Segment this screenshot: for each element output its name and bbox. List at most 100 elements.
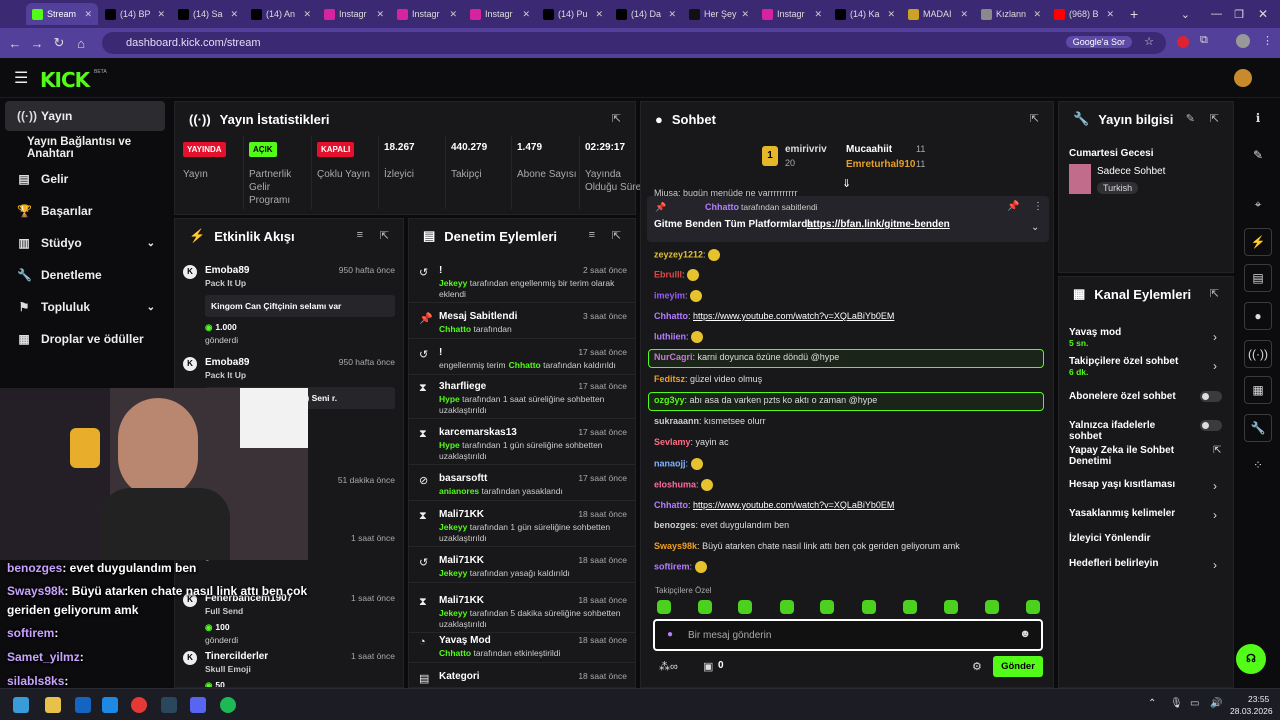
browser-tab[interactable]: (14) BP ✕ [99, 3, 171, 25]
channel-action-item[interactable]: Yasaklanmış kelimeler [1069, 508, 1179, 519]
stream-category[interactable]: Sadece Sohbet [1097, 166, 1165, 177]
help-icon[interactable]: ☊ [1236, 644, 1266, 674]
sidebar-item[interactable]: 🏆 Başarılar [5, 196, 165, 226]
home-icon[interactable]: ⌂ [70, 36, 92, 51]
close-tab-icon[interactable]: ✕ [376, 9, 384, 20]
browser-tab[interactable]: Kızlann ✕ [975, 3, 1047, 25]
channel-action-item[interactable]: Takipçilere özel sohbet 6 dk. [1069, 356, 1179, 377]
top-user-2[interactable]: Mucaahiit [846, 144, 892, 155]
chat-username[interactable]: ozg3yy [654, 395, 685, 405]
close-tab-icon[interactable]: ✕ [887, 9, 895, 20]
emote-icon[interactable] [820, 600, 834, 614]
chat-username[interactable]: Feditsz [654, 374, 685, 384]
filter-icon[interactable]: ≡ [589, 229, 595, 241]
close-tab-icon[interactable]: ✕ [449, 9, 457, 20]
outlook-icon[interactable] [75, 697, 91, 713]
browser-tab[interactable]: Stream ✕ [26, 3, 98, 25]
channel-action-item[interactable]: Hesap yaşı kısıtlaması [1069, 479, 1179, 490]
close-tab-icon[interactable]: ✕ [668, 9, 676, 20]
browser-tab[interactable]: Instagr ✕ [391, 3, 463, 25]
pinned-link[interactable]: https://bfan.link/gitme-benden [807, 219, 950, 230]
chat-username[interactable]: Chhatto [654, 500, 688, 510]
popout-icon[interactable]: ⇱ [1210, 112, 1219, 125]
broadcast-icon[interactable]: ((·)) [1244, 340, 1272, 368]
extensions-puzzle-icon[interactable]: ⧉ [1200, 34, 1208, 47]
close-tab-icon[interactable]: ✕ [303, 9, 311, 20]
emote-icon[interactable] [944, 600, 958, 614]
back-icon[interactable]: ← [4, 36, 26, 51]
chat-username[interactable]: luthiien [654, 331, 686, 341]
scroll-down-icon[interactable]: ⇓ [842, 177, 851, 190]
browser-tab[interactable]: (14) Sa ✕ [172, 3, 244, 25]
moderator-name[interactable]: Chhatto [509, 360, 541, 370]
crop-icon[interactable]: ⌖ [1244, 190, 1272, 218]
spotify-icon[interactable] [220, 697, 236, 713]
channel-action-item[interactable]: Yalnızca ifadelerle sohbet [1069, 420, 1179, 442]
sidebar-item[interactable]: Yayın Bağlantısı ve Anahtarı [5, 133, 165, 163]
steam-icon[interactable] [161, 697, 177, 713]
close-tab-icon[interactable]: ✕ [960, 9, 968, 20]
network-icon[interactable]: ▭ [1190, 698, 1199, 709]
chat-icon[interactable]: ● [1244, 302, 1272, 330]
send-button[interactable]: Gönder [993, 656, 1043, 677]
sidebar-item[interactable]: 🔧 Denetleme [5, 260, 165, 290]
new-tab-button[interactable]: + [1130, 6, 1138, 22]
maximize-icon[interactable]: ❐ [1234, 8, 1244, 21]
moderator-name[interactable]: Hype [439, 440, 460, 450]
user-avatar[interactable] [1234, 69, 1252, 87]
emote-icon[interactable] [903, 600, 917, 614]
bookmark-star-icon[interactable]: ☆ [1144, 35, 1154, 48]
browser-tab[interactable]: (14) Da ✕ [610, 3, 682, 25]
popout-icon[interactable]: ⇱ [612, 112, 621, 125]
toggle-switch[interactable] [1200, 391, 1222, 402]
google-ask-button[interactable]: Google'a Sor [1065, 36, 1132, 48]
close-tab-icon[interactable]: ✕ [814, 9, 822, 20]
chat-username[interactable]: benozges [654, 520, 696, 530]
channel-action-item[interactable]: Yavaş mod 5 sn. [1069, 327, 1179, 348]
emoji-icon[interactable]: ☻ [1019, 628, 1031, 640]
popout-icon[interactable]: ⇱ [1030, 112, 1039, 125]
emote-icon[interactable] [985, 600, 999, 614]
chat-username[interactable]: Sevlamy [654, 437, 691, 447]
toggle-switch[interactable] [1200, 420, 1222, 431]
close-tab-icon[interactable]: ✕ [1033, 9, 1041, 20]
volume-icon[interactable]: 🔊 [1210, 698, 1222, 709]
unpin-icon[interactable]: 📌 [1007, 201, 1019, 212]
browser-menu-icon[interactable]: ⋮ [1262, 34, 1273, 47]
browser-tab[interactable]: (968) B ✕ [1048, 3, 1120, 25]
pen-icon[interactable]: ✎ [1244, 141, 1272, 169]
close-tab-icon[interactable]: ✕ [1106, 9, 1114, 20]
edit-icon[interactable]: ✎ [1186, 112, 1195, 125]
chevron-right-icon[interactable]: › [1213, 558, 1217, 572]
hamburger-menu-icon[interactable]: ☰ [14, 68, 28, 88]
mic-tray-icon[interactable]: 🎙 [1170, 698, 1183, 709]
tab-search-icon[interactable]: ⌄ [1181, 8, 1190, 21]
chat-input[interactable]: ● Bir mesaj gönderin ☻ [653, 619, 1043, 651]
info-icon[interactable]: ℹ [1244, 104, 1272, 132]
browser-tab[interactable]: Instagr ✕ [756, 3, 828, 25]
pinned-menu-icon[interactable]: ⋮ [1033, 201, 1043, 212]
chevron-right-icon[interactable]: › [1213, 508, 1217, 522]
notes-icon[interactable]: ▤ [1244, 264, 1272, 292]
browser-tab[interactable]: Her Şey ✕ [683, 3, 755, 25]
chevron-right-icon[interactable]: › [1213, 479, 1217, 493]
layout-icon[interactable]: ▦ [1244, 376, 1272, 404]
chat-username[interactable]: eloshuma [654, 479, 696, 489]
chat-username[interactable]: Chhatto [654, 311, 688, 321]
moderator-name[interactable]: Hype [439, 394, 460, 404]
moderator-name[interactable]: Jekeyy [439, 522, 467, 532]
browser-tab[interactable]: Instagr ✕ [318, 3, 390, 25]
filter-icon[interactable]: ≡ [357, 229, 363, 241]
moderator-name[interactable]: Jekeyy [439, 278, 467, 288]
chat-username[interactable]: softirem [654, 561, 690, 571]
sidebar-item[interactable]: ▦ Droplar ve ödüller [5, 324, 165, 354]
tray-chevron-icon[interactable]: ⌃ [1148, 698, 1156, 709]
file-explorer-icon[interactable] [45, 697, 61, 713]
chrome-icon[interactable] [131, 697, 147, 713]
moderator-name[interactable]: Chhatto [439, 324, 471, 334]
browser-tab[interactable]: (14) Ka ✕ [829, 3, 901, 25]
chevron-right-icon[interactable]: › [1213, 359, 1217, 373]
chevron-right-icon[interactable]: › [1213, 330, 1217, 344]
sidebar-item[interactable]: ▥ Stüdyo ⌄ [5, 228, 165, 258]
moderator-name[interactable]: Jekeyy [439, 568, 467, 578]
